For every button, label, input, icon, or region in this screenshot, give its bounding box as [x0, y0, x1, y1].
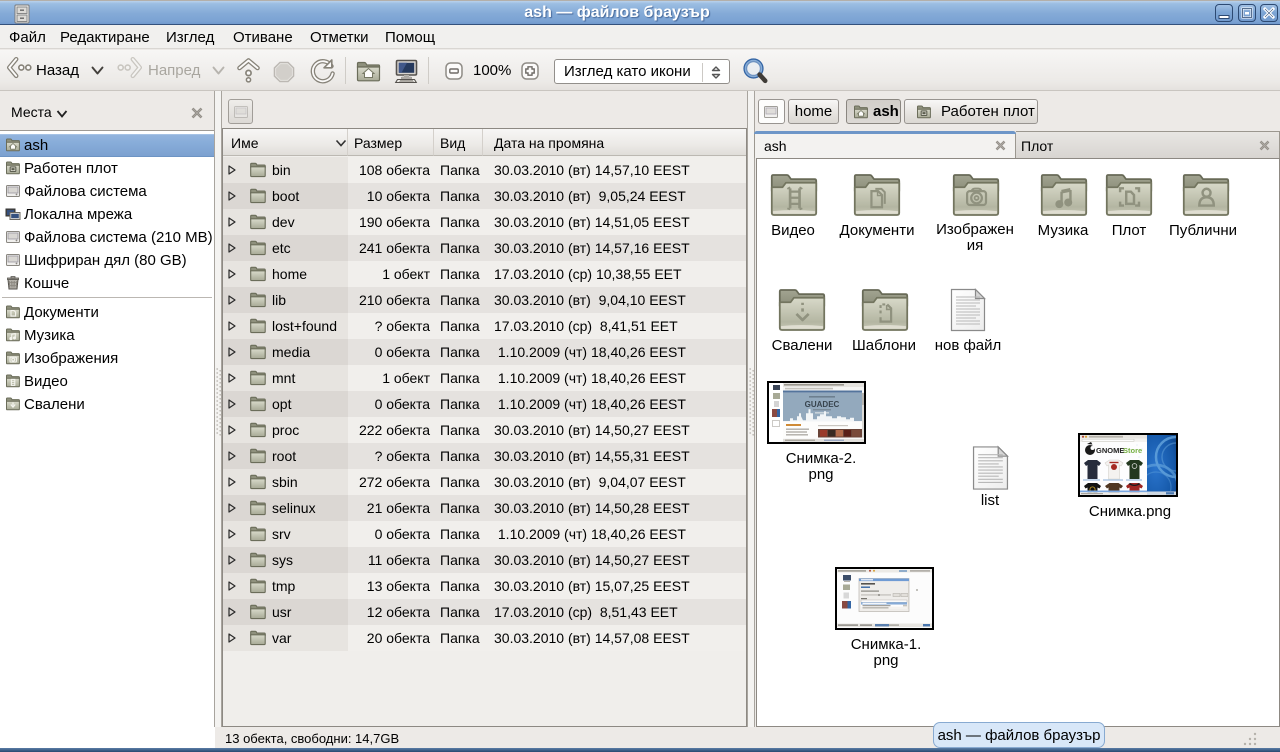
svg-text:GNOME: GNOME — [1096, 446, 1124, 455]
svg-text:Store: Store — [1123, 446, 1142, 455]
svg-text:GUADEC: GUADEC — [805, 400, 840, 409]
